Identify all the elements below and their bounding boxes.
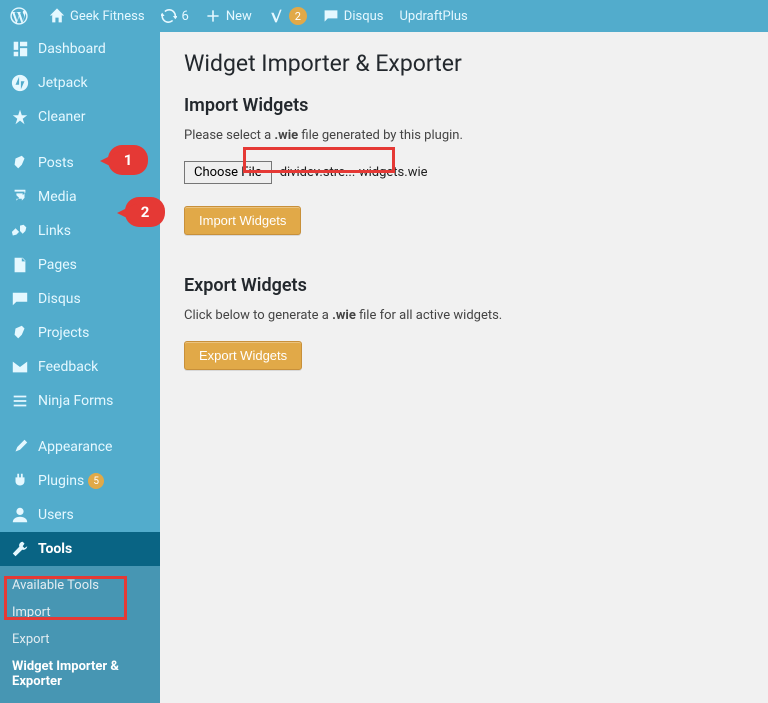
sidebar-item-media[interactable]: Media bbox=[0, 180, 160, 214]
plugin-count-badge: 5 bbox=[88, 473, 104, 489]
page-icon bbox=[10, 256, 30, 274]
pin-icon bbox=[10, 154, 30, 172]
sidebar-item-pages[interactable]: Pages bbox=[0, 248, 160, 282]
sidebar-item-links[interactable]: Links bbox=[0, 214, 160, 248]
update-icon bbox=[161, 8, 177, 24]
plus-icon bbox=[205, 8, 221, 24]
sidebar-item-plugins[interactable]: Plugins5 bbox=[0, 464, 160, 498]
list-icon bbox=[10, 392, 30, 410]
link-icon bbox=[10, 222, 30, 240]
import-widgets-button[interactable]: Import Widgets bbox=[184, 206, 301, 235]
export-instruction: Click below to generate a .wie file for … bbox=[184, 308, 744, 323]
content-area: Widget Importer & Exporter Import Widget… bbox=[160, 32, 768, 625]
submenu-export[interactable]: Export bbox=[0, 626, 160, 653]
export-widgets-button[interactable]: Export Widgets bbox=[184, 341, 302, 370]
brush-icon bbox=[10, 438, 30, 456]
wp-logo[interactable] bbox=[2, 0, 41, 32]
yoast-badge: 2 bbox=[289, 7, 307, 25]
adminbar-disqus[interactable]: Disqus bbox=[315, 0, 392, 32]
comment-icon bbox=[10, 290, 30, 308]
submenu-available-tools[interactable]: Available Tools bbox=[0, 572, 160, 599]
sidebar-item-cleaner[interactable]: Cleaner bbox=[0, 100, 160, 134]
site-title: Geek Fitness bbox=[70, 9, 145, 24]
adminbar-updraft[interactable]: UpdraftPlus bbox=[391, 0, 475, 32]
sidebar-item-disqus[interactable]: Disqus bbox=[0, 282, 160, 316]
export-heading: Export Widgets bbox=[184, 275, 744, 296]
site-name[interactable]: Geek Fitness bbox=[41, 0, 153, 32]
user-icon bbox=[10, 506, 30, 524]
choose-file-button[interactable]: Choose File bbox=[184, 161, 272, 184]
yoast[interactable]: 2 bbox=[260, 0, 315, 32]
selected-filename: dividev.stre...-widgets.wie bbox=[272, 162, 436, 183]
comment-icon bbox=[323, 8, 339, 24]
home-icon bbox=[49, 8, 65, 24]
sidebar-item-tools[interactable]: Tools bbox=[0, 532, 160, 566]
disqus-label: Disqus bbox=[344, 9, 384, 24]
sidebar-item-jetpack[interactable]: Jetpack bbox=[0, 66, 160, 100]
sidebar-item-users[interactable]: Users bbox=[0, 498, 160, 532]
submenu-import[interactable]: Import bbox=[0, 599, 160, 626]
cleaner-icon bbox=[10, 108, 30, 126]
admin-bar: Geek Fitness 6 New 2 Disqus UpdraftPlus bbox=[0, 0, 768, 32]
page-title: Widget Importer & Exporter bbox=[184, 50, 744, 77]
sidebar-item-dashboard[interactable]: Dashboard bbox=[0, 32, 160, 66]
sidebar-item-ninjaforms[interactable]: Ninja Forms bbox=[0, 384, 160, 418]
plugin-icon bbox=[10, 472, 30, 490]
import-heading: Import Widgets bbox=[184, 95, 744, 116]
sidebar-item-feedback[interactable]: Feedback bbox=[0, 350, 160, 384]
submenu-widget-importer-exporter[interactable]: Widget Importer & Exporter bbox=[0, 653, 160, 695]
media-icon bbox=[10, 188, 30, 206]
feedback-icon bbox=[10, 358, 30, 376]
jetpack-icon bbox=[10, 74, 30, 92]
wrench-icon bbox=[10, 540, 30, 558]
wordpress-icon bbox=[10, 7, 28, 25]
admin-sidebar: Dashboard Jetpack Cleaner Posts Media Li… bbox=[0, 32, 160, 625]
updates-count: 6 bbox=[182, 9, 189, 24]
tools-submenu: Available Tools Import Export Widget Imp… bbox=[0, 566, 160, 703]
new-label: New bbox=[226, 9, 252, 24]
updraft-label: UpdraftPlus bbox=[399, 9, 467, 24]
updates[interactable]: 6 bbox=[153, 0, 197, 32]
dashboard-icon bbox=[10, 40, 30, 58]
sidebar-item-appearance[interactable]: Appearance bbox=[0, 430, 160, 464]
new-content[interactable]: New bbox=[197, 0, 260, 32]
sidebar-item-posts[interactable]: Posts bbox=[0, 146, 160, 180]
sidebar-item-projects[interactable]: Projects bbox=[0, 316, 160, 350]
yoast-icon bbox=[268, 8, 284, 24]
import-instruction: Please select a .wie file generated by t… bbox=[184, 128, 744, 143]
file-input-row: Choose File dividev.stre...-widgets.wie bbox=[184, 161, 744, 184]
pin-icon bbox=[10, 324, 30, 342]
